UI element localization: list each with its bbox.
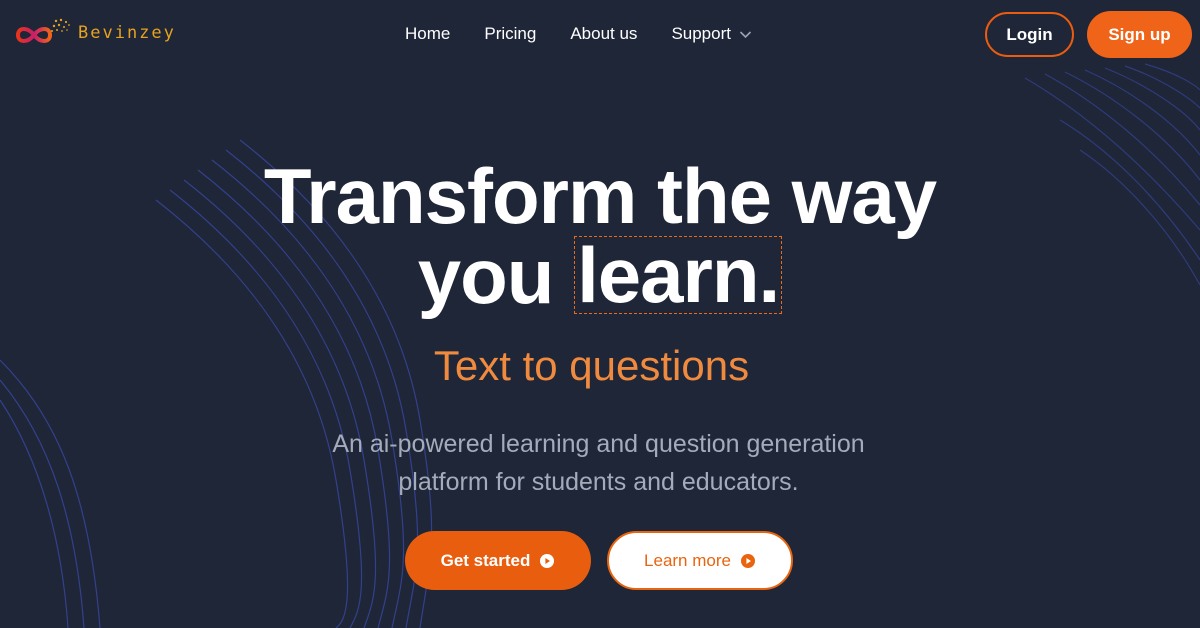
brand-name: Bevinzey xyxy=(78,23,176,43)
nav-item-support[interactable]: Support xyxy=(671,24,752,44)
main-nav: Home Pricing About us Support xyxy=(405,24,752,44)
hero-title-prefix: you xyxy=(417,232,555,320)
get-started-label: Get started xyxy=(440,550,531,570)
learn-more-label: Learn more xyxy=(644,550,731,570)
nav-item-label: Pricing xyxy=(484,24,537,43)
hero-subtitle: Text to questions xyxy=(433,342,750,389)
description-line1: An ai-powered learning and question gene… xyxy=(332,430,865,458)
nav-item-pricing[interactable]: Pricing xyxy=(484,24,536,44)
nav-item-home[interactable]: Home xyxy=(405,24,450,44)
description-line2: platform for students and educators. xyxy=(398,468,799,496)
nav-item-label: Home xyxy=(405,24,451,43)
hero-title-line2: you learn. xyxy=(0,236,1200,316)
infinity-logo-icon xyxy=(15,18,70,43)
chevron-down-icon xyxy=(739,24,752,44)
hero-title-highlight: learn. xyxy=(574,236,783,314)
play-circle-icon xyxy=(740,553,756,569)
landing-page: Bevinzey Home Pricing About us Support L… xyxy=(0,0,1200,628)
brand-logo[interactable]: Bevinzey xyxy=(12,16,176,50)
hero-title-line1: Transform the way xyxy=(263,152,937,240)
nav-item-label: About us xyxy=(570,24,638,43)
signup-button[interactable]: Sign up xyxy=(1087,11,1192,58)
nav-item-about-us[interactable]: About us xyxy=(570,24,637,44)
nav-item-label: Support xyxy=(671,24,731,43)
login-button[interactable]: Login xyxy=(985,12,1074,57)
play-circle-icon xyxy=(539,553,555,569)
hero-description: An ai-powered learning and question gene… xyxy=(0,425,1197,501)
get-started-button[interactable]: Get started xyxy=(405,531,591,590)
site-header: Bevinzey Home Pricing About us Support L… xyxy=(0,0,1200,68)
learn-more-button[interactable]: Learn more xyxy=(607,531,793,590)
hero-title: Transform the way you learn. xyxy=(0,156,1200,316)
